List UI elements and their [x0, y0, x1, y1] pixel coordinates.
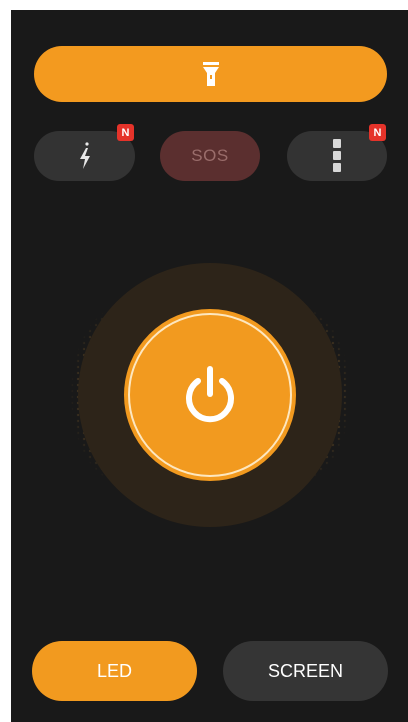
screen-mode-label: SCREEN [267, 660, 343, 681]
more-vertical-icon [333, 139, 341, 172]
lightning-icon [79, 142, 90, 169]
flashlight-screen: N SOS N LED SCREEN [11, 10, 408, 722]
flashlight-toggle-bar[interactable] [34, 46, 387, 102]
new-badge: N [369, 124, 386, 141]
flashlight-icon [202, 62, 219, 86]
new-badge: N [117, 124, 134, 141]
led-mode-label: LED [96, 660, 132, 681]
power-button-inner-ring [128, 313, 292, 477]
power-button[interactable] [124, 309, 296, 481]
sos-label: SOS [191, 146, 229, 165]
sos-button[interactable]: SOS [160, 131, 260, 181]
more-options-button[interactable]: N [287, 124, 387, 181]
screen-mode-button[interactable]: SCREEN [223, 641, 388, 701]
led-mode-button[interactable]: LED [32, 641, 197, 701]
power-icon [186, 366, 234, 423]
flash-mode-button[interactable]: N [34, 124, 135, 181]
